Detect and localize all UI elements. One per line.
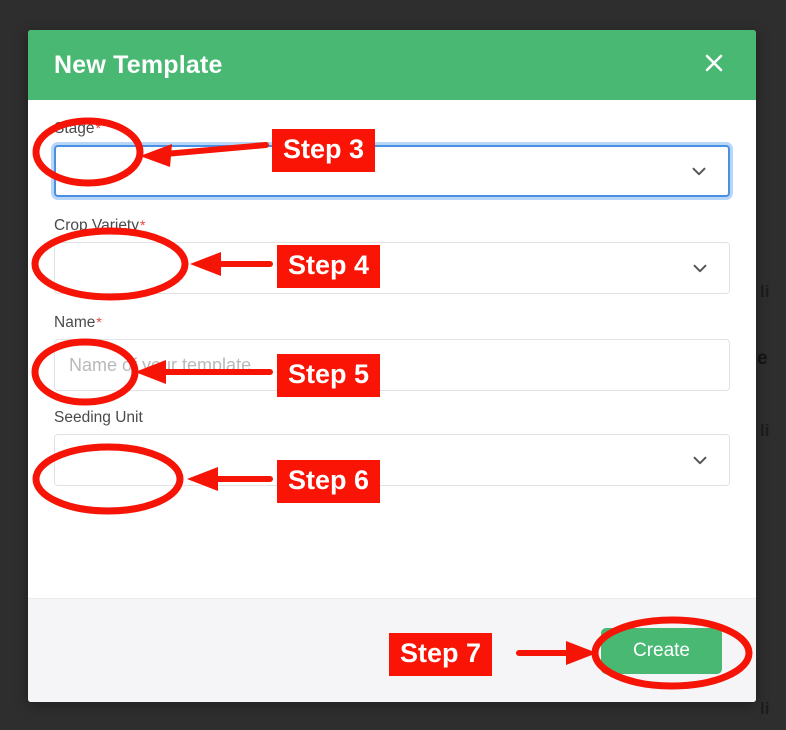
field-label-crop-variety-text: Crop Variety <box>54 217 139 234</box>
name-input-wrapper[interactable]: Name of your template <box>54 339 730 391</box>
background-text-fragment: li <box>760 699 770 718</box>
field-label-stage-text: Stage <box>54 120 95 137</box>
close-icon[interactable] <box>698 49 730 82</box>
create-button[interactable]: Create <box>600 627 722 674</box>
crop-variety-select[interactable] <box>54 242 730 294</box>
background-text-fragment: li <box>760 421 770 440</box>
required-asterisk: * <box>140 217 146 233</box>
modal-footer: Create <box>28 598 756 702</box>
field-label-crop-variety: Crop Variety* <box>54 217 145 235</box>
modal-title: New Template <box>54 50 223 79</box>
field-label-stage: Stage* <box>54 120 101 138</box>
field-label-name-text: Name <box>54 314 96 331</box>
background-text-fragment: e <box>757 348 768 369</box>
seeding-unit-select[interactable] <box>54 434 730 486</box>
field-seeding-unit: Seeding Unit <box>54 409 730 486</box>
stage-select[interactable] <box>54 145 730 197</box>
required-asterisk: * <box>95 120 101 136</box>
background-text-fragment: li <box>760 282 770 301</box>
chevron-down-icon <box>688 160 710 182</box>
required-asterisk: * <box>96 314 102 330</box>
field-label-seeding-unit: Seeding Unit <box>54 409 143 426</box>
field-name: Name* Name of your template <box>54 314 730 391</box>
field-stage: Stage* <box>54 120 730 197</box>
new-template-modal: New Template Stage* Crop Variety* Name* … <box>28 30 756 702</box>
name-input-placeholder: Name of your template <box>69 354 252 375</box>
field-crop-variety: Crop Variety* <box>54 217 730 294</box>
chevron-down-icon <box>689 257 711 279</box>
chevron-down-icon <box>689 449 711 471</box>
modal-body: Stage* Crop Variety* Name* Name of your … <box>28 100 756 598</box>
modal-header: New Template <box>28 30 756 100</box>
field-label-name: Name* <box>54 314 102 332</box>
